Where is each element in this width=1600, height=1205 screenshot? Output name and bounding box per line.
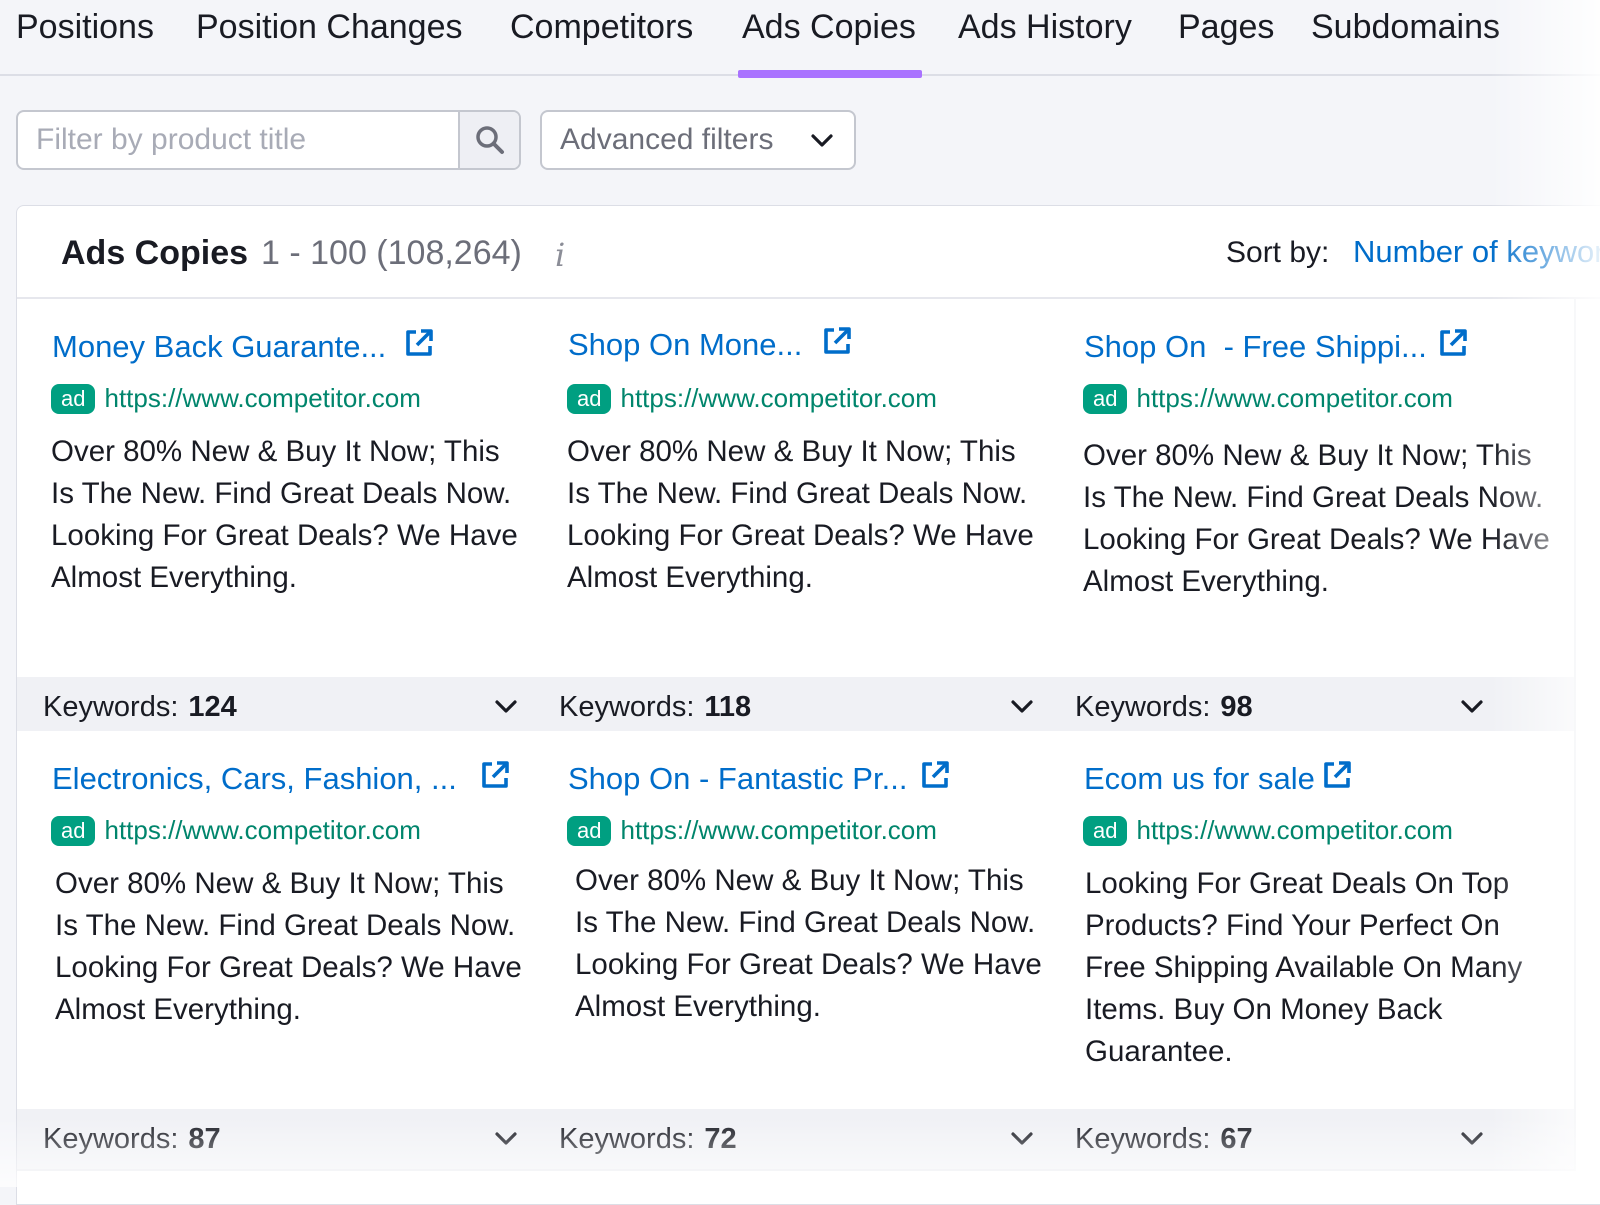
ad-url-row: ad https://www.competitor.com <box>51 383 421 414</box>
advanced-filters-label: Advanced filters <box>560 123 773 157</box>
info-icon[interactable]: i <box>555 236 565 274</box>
ad-url[interactable]: https://www.competitor.com <box>620 815 936 846</box>
panel-header: Ads Copies 1 - 100 (108,264) i Sort by: … <box>17 206 1600 299</box>
ad-title-link[interactable]: Ecom us for sale <box>1084 761 1315 797</box>
keywords-toggle[interactable]: Keywords: 72 <box>533 1109 1058 1169</box>
keywords-toggle[interactable]: Keywords: 67 <box>1049 1109 1574 1169</box>
sort-label: Sort by: <box>1226 236 1329 270</box>
tab-competitors[interactable]: Competitors <box>510 8 693 74</box>
ad-title-link[interactable]: Money Back Guarante... <box>52 329 386 365</box>
ad-url-row: ad https://www.competitor.com <box>567 815 937 846</box>
results-range: 1 - 100 (108,264) <box>261 234 522 273</box>
ad-description: Over 80% New & Buy It Now; This Is The N… <box>575 860 1045 1028</box>
chevron-down-icon <box>494 695 518 719</box>
keywords-label: Keywords: <box>559 691 694 724</box>
chevron-down-icon <box>1460 1127 1484 1151</box>
tab-pages[interactable]: Pages <box>1178 8 1274 74</box>
keywords-label: Keywords: <box>43 1123 178 1156</box>
ad-card: Electronics, Cars, Fashion, ... ad https… <box>17 731 544 1171</box>
external-link-icon[interactable] <box>821 325 853 357</box>
chevron-down-icon <box>1010 1127 1034 1151</box>
keywords-count: 67 <box>1220 1123 1252 1156</box>
keywords-label: Keywords: <box>1075 1123 1210 1156</box>
tab-positions[interactable]: Positions <box>16 8 154 74</box>
keywords-count: 124 <box>188 691 236 724</box>
product-filter <box>16 110 521 170</box>
ad-url-row: ad https://www.competitor.com <box>567 383 937 414</box>
chevron-down-icon <box>1010 695 1034 719</box>
keywords-toggle[interactable]: Keywords: 124 <box>17 677 542 737</box>
ad-description: Over 80% New & Buy It Now; This Is The N… <box>1083 435 1553 603</box>
external-link-icon[interactable] <box>919 759 951 791</box>
keywords-toggle[interactable]: Keywords: 118 <box>533 677 1058 737</box>
ad-card: Shop On - Free Shippi... ad https://www.… <box>1049 299 1576 739</box>
ad-badge: ad <box>1083 384 1127 414</box>
ad-title-link[interactable]: Electronics, Cars, Fashion, ... <box>52 761 457 797</box>
ad-url-row: ad https://www.competitor.com <box>1083 815 1453 846</box>
ad-description: Looking For Great Deals On Top Products?… <box>1085 863 1555 1073</box>
keywords-label: Keywords: <box>43 691 178 724</box>
advanced-filters-button[interactable]: Advanced filters <box>540 110 856 170</box>
ad-url[interactable]: https://www.competitor.com <box>620 383 936 414</box>
ad-card: Shop On Mone... ad https://www.competito… <box>533 299 1060 739</box>
ad-description: Over 80% New & Buy It Now; This Is The N… <box>51 431 521 599</box>
tab-ads-history[interactable]: Ads History <box>958 8 1132 74</box>
external-link-icon[interactable] <box>403 327 435 359</box>
panel-title: Ads Copies <box>61 234 248 273</box>
ad-badge: ad <box>51 384 95 414</box>
ad-url[interactable]: https://www.competitor.com <box>1136 383 1452 414</box>
keywords-count: 98 <box>1220 691 1252 724</box>
ad-title-link[interactable]: Shop On Mone... <box>568 327 802 363</box>
ad-url-row: ad https://www.competitor.com <box>1083 383 1453 414</box>
external-link-icon[interactable] <box>479 759 511 791</box>
external-link-icon[interactable] <box>1437 327 1469 359</box>
tab-position-changes[interactable]: Position Changes <box>196 8 463 74</box>
ad-description: Over 80% New & Buy It Now; This Is The N… <box>567 431 1037 599</box>
ad-badge: ad <box>567 816 611 846</box>
ad-badge: ad <box>567 384 611 414</box>
report-tabs: Positions Position Changes Competitors A… <box>0 0 1600 76</box>
keywords-count: 118 <box>704 691 751 724</box>
tab-ads-copies[interactable]: Ads Copies <box>742 8 916 74</box>
keywords-count: 87 <box>188 1123 220 1156</box>
chevron-down-icon <box>494 1127 518 1151</box>
ad-title-link[interactable]: Shop On - Free Shippi... <box>1084 329 1427 365</box>
sort-select[interactable]: Number of keywords <box>1353 234 1600 270</box>
external-link-icon[interactable] <box>1321 759 1353 791</box>
ad-description: Over 80% New & Buy It Now; This Is The N… <box>55 863 525 1031</box>
filter-input[interactable] <box>18 112 460 168</box>
keywords-toggle[interactable]: Keywords: 98 <box>1049 677 1574 737</box>
ad-title-link[interactable]: Shop On - Fantastic Pr... <box>568 761 907 797</box>
ad-card: Ecom us for sale ad https://www.competit… <box>1049 731 1576 1171</box>
ad-badge: ad <box>51 816 95 846</box>
ad-badge: ad <box>1083 816 1127 846</box>
ad-card: Shop On - Fantastic Pr... ad https://www… <box>533 731 1060 1171</box>
chevron-down-icon <box>810 129 834 153</box>
keywords-label: Keywords: <box>559 1123 694 1156</box>
ad-card: Money Back Guarante... ad https://www.co… <box>17 299 544 739</box>
keywords-label: Keywords: <box>1075 691 1210 724</box>
keywords-count: 72 <box>704 1123 736 1156</box>
ad-url[interactable]: https://www.competitor.com <box>104 815 420 846</box>
ad-url-row: ad https://www.competitor.com <box>51 815 421 846</box>
keywords-toggle[interactable]: Keywords: 87 <box>17 1109 542 1169</box>
tab-subdomains[interactable]: Subdomains <box>1311 8 1500 74</box>
ad-url[interactable]: https://www.competitor.com <box>104 383 420 414</box>
ad-url[interactable]: https://www.competitor.com <box>1136 815 1452 846</box>
chevron-down-icon <box>1460 695 1484 719</box>
ads-copies-panel: Ads Copies 1 - 100 (108,264) i Sort by: … <box>16 205 1600 1205</box>
search-button[interactable] <box>458 112 519 168</box>
search-icon <box>474 124 506 156</box>
